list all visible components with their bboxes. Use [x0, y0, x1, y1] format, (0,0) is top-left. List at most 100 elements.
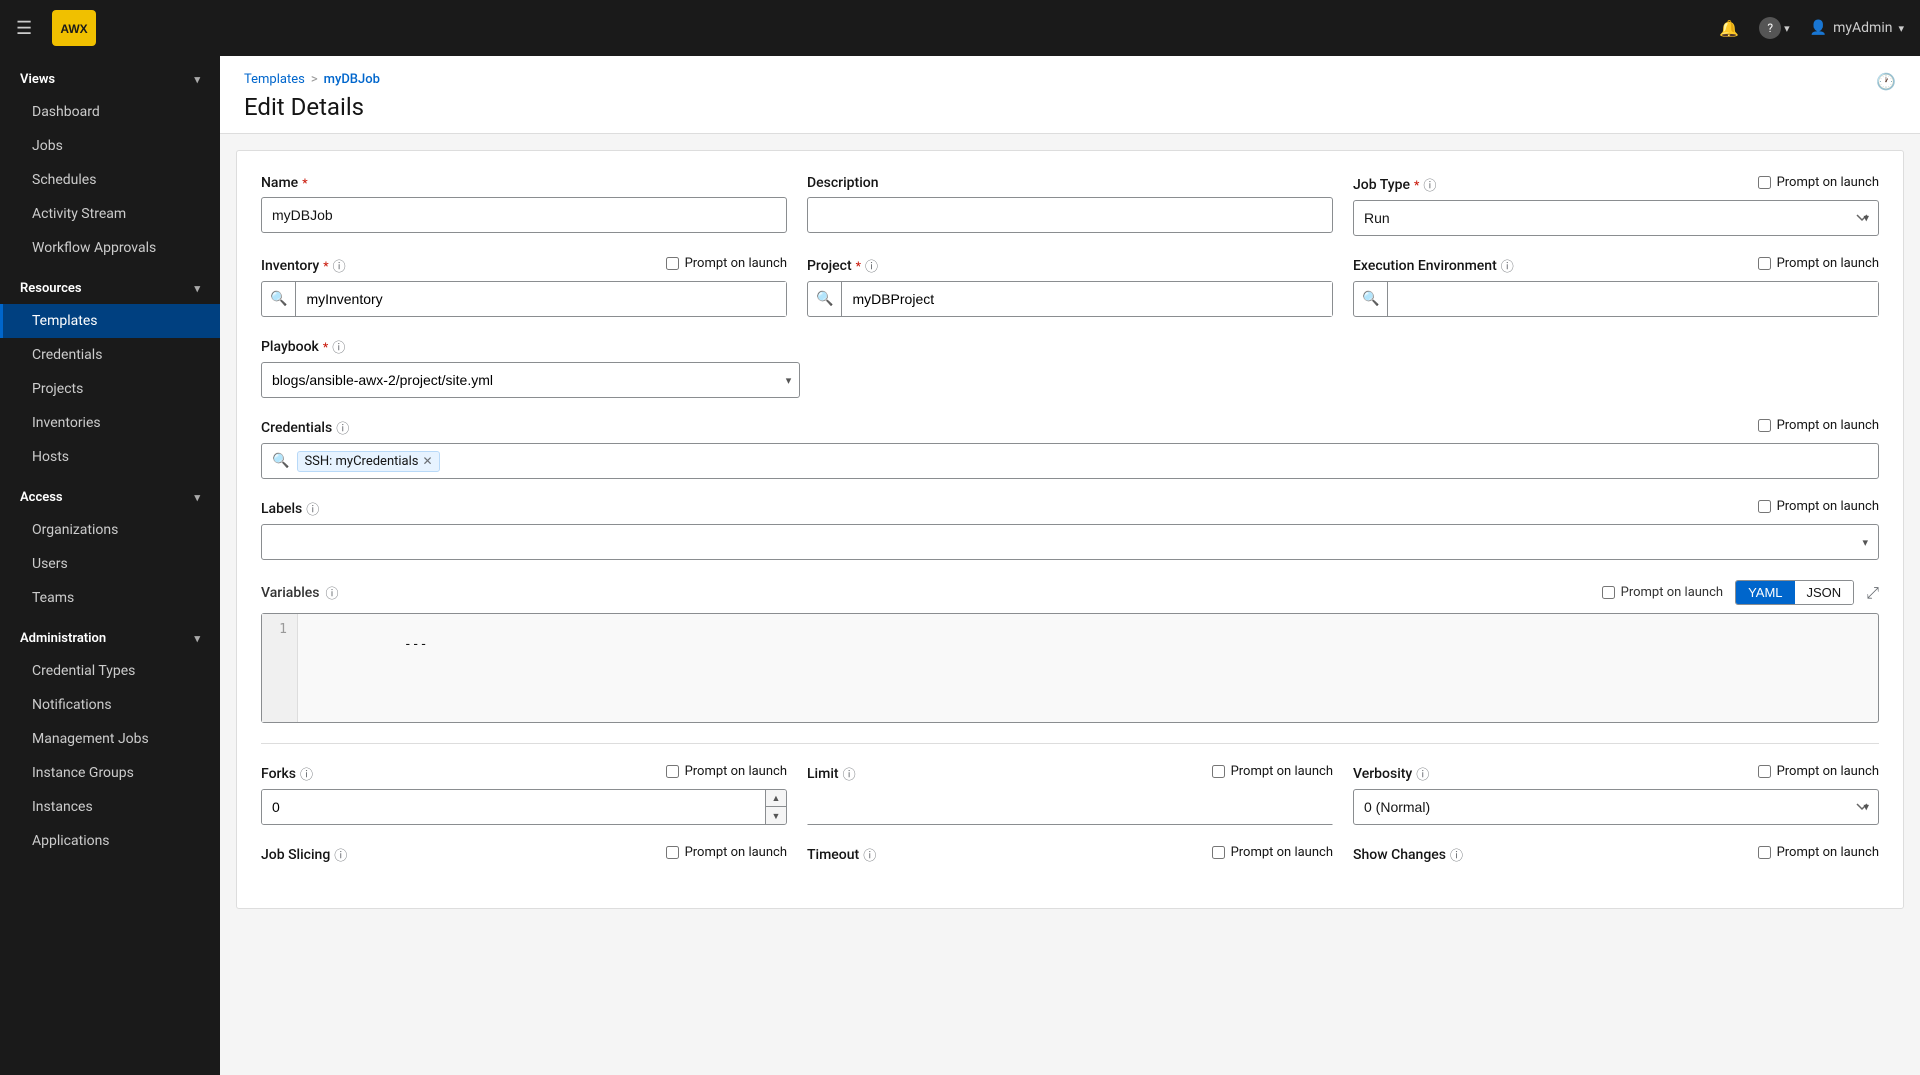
limit-input[interactable] — [807, 789, 1333, 825]
variables-header: Variables ⓘ Prompt on launch YAML JSON ⤢ — [261, 580, 1879, 605]
inventory-prompt-checkbox[interactable] — [666, 257, 679, 270]
job-slicing-info-icon[interactable]: ⓘ — [334, 845, 347, 864]
sidebar-item-applications[interactable]: Applications — [0, 824, 220, 858]
limit-info-icon[interactable]: ⓘ — [843, 764, 856, 783]
sidebar-item-credential-types[interactable]: Credential Types — [0, 654, 220, 688]
sidebar-item-management-jobs[interactable]: Management Jobs — [0, 722, 220, 756]
sidebar-item-jobs[interactable]: Jobs — [0, 129, 220, 163]
name-input[interactable] — [261, 197, 787, 233]
project-info-icon[interactable]: ⓘ — [865, 256, 878, 275]
show-changes-label: Show Changes ⓘ — [1353, 845, 1463, 864]
resources-section-header[interactable]: Resources ▾ — [0, 269, 220, 304]
labels-field-group: Labels ⓘ Prompt on launch ▾ — [261, 499, 1879, 560]
execution-env-prompt-checkbox[interactable] — [1758, 257, 1771, 270]
administration-section: Administration ▾ Credential Types Notifi… — [0, 619, 220, 858]
playbook-dropdown-arrow-icon: ▾ — [778, 374, 800, 387]
svg-text:AWX: AWX — [60, 22, 87, 36]
credentials-label: Credentials ⓘ — [261, 418, 349, 437]
credential-tag-remove-button[interactable]: ✕ — [422, 454, 432, 468]
timeout-prompt-checkbox[interactable] — [1212, 846, 1225, 859]
job-slicing-prompt-checkbox[interactable] — [666, 846, 679, 859]
sidebar-item-workflow-approvals[interactable]: Workflow Approvals — [0, 231, 220, 265]
inventory-input[interactable] — [296, 282, 786, 316]
expand-editor-icon[interactable]: ⤢ — [1866, 583, 1879, 603]
labels-info-icon[interactable]: ⓘ — [306, 499, 319, 518]
job-type-prompt-checkbox[interactable] — [1758, 176, 1771, 189]
limit-prompt-checkbox[interactable] — [1212, 765, 1225, 778]
sidebar-item-instances[interactable]: Instances — [0, 790, 220, 824]
inventory-required-star: * — [323, 259, 328, 273]
variables-prompt-checkbox[interactable] — [1602, 586, 1615, 599]
credentials-input-area[interactable]: 🔍 SSH: myCredentials ✕ — [261, 443, 1879, 479]
execution-env-input[interactable] — [1388, 282, 1878, 316]
history-icon[interactable]: 🕐 — [1876, 72, 1896, 91]
access-section-header[interactable]: Access ▾ — [0, 478, 220, 513]
forks-input[interactable] — [262, 790, 765, 824]
inventory-label: Inventory * ⓘ — [261, 256, 346, 275]
sidebar-item-organizations[interactable]: Organizations — [0, 513, 220, 547]
sidebar-item-projects[interactable]: Projects — [0, 372, 220, 406]
sidebar: Views ▾ Dashboard Jobs Schedules Activit… — [0, 56, 220, 1075]
sidebar-item-instance-groups[interactable]: Instance Groups — [0, 756, 220, 790]
content-header-actions: Templates > myDBJob Edit Details 🕐 — [244, 72, 1896, 121]
inventory-search-icon[interactable]: 🔍 — [262, 282, 296, 316]
description-label: Description — [807, 175, 1333, 191]
verbosity-select[interactable]: 0 (Normal) — [1353, 789, 1879, 825]
labels-input-area[interactable]: ▾ — [261, 524, 1879, 560]
forks-decrement-button[interactable]: ▼ — [766, 807, 786, 824]
credentials-search-icon[interactable]: 🔍 — [268, 453, 293, 469]
job-slicing-field-group: Job Slicing ⓘ Prompt on launch — [261, 845, 787, 864]
labels-prompt-checkbox[interactable] — [1758, 500, 1771, 513]
user-menu[interactable]: 👤 myAdmin ▾ — [1810, 20, 1904, 36]
hamburger-menu-button[interactable]: ☰ — [16, 18, 32, 39]
show-changes-prompt-checkbox[interactable] — [1758, 846, 1771, 859]
sidebar-item-templates[interactable]: Templates — [0, 304, 220, 338]
execution-env-info-icon[interactable]: ⓘ — [1501, 256, 1514, 275]
verbosity-prompt-checkbox[interactable] — [1758, 765, 1771, 778]
variables-code-editor[interactable]: 1 --- — [261, 613, 1879, 723]
job-type-select[interactable]: Run — [1353, 200, 1879, 236]
show-changes-prompt-label: Prompt on launch — [1758, 845, 1879, 860]
forks-info-icon[interactable]: ⓘ — [300, 764, 313, 783]
main-layout: Views ▾ Dashboard Jobs Schedules Activit… — [0, 56, 1920, 1075]
sidebar-item-teams[interactable]: Teams — [0, 581, 220, 615]
administration-section-header[interactable]: Administration ▾ — [0, 619, 220, 654]
sidebar-item-credentials[interactable]: Credentials — [0, 338, 220, 372]
verbosity-info-icon[interactable]: ⓘ — [1416, 764, 1429, 783]
forks-increment-button[interactable]: ▲ — [766, 790, 786, 807]
project-search-icon[interactable]: 🔍 — [808, 282, 842, 316]
variables-actions: Prompt on launch YAML JSON ⤢ — [1602, 580, 1879, 605]
execution-env-search-icon[interactable]: 🔍 — [1354, 282, 1388, 316]
timeout-info-icon[interactable]: ⓘ — [863, 845, 876, 864]
sidebar-item-dashboard[interactable]: Dashboard — [0, 95, 220, 129]
credentials-prompt-checkbox[interactable] — [1758, 419, 1771, 432]
sidebar-item-users[interactable]: Users — [0, 547, 220, 581]
variables-info-icon[interactable]: ⓘ — [325, 583, 338, 602]
description-input[interactable] — [807, 197, 1333, 233]
variables-label: Variables ⓘ — [261, 583, 339, 602]
sidebar-item-schedules[interactable]: Schedules — [0, 163, 220, 197]
playbook-select[interactable]: blogs/ansible-awx-2/project/site.yml — [262, 363, 778, 397]
navbar: ☰ AWX 🔔 ? ▾ 👤 myAdmin ▾ — [0, 0, 1920, 56]
views-section-header[interactable]: Views ▾ — [0, 60, 220, 95]
forks-prompt-checkbox[interactable] — [666, 765, 679, 778]
show-changes-info-icon[interactable]: ⓘ — [1450, 845, 1463, 864]
sidebar-item-activity-stream[interactable]: Activity Stream — [0, 197, 220, 231]
sidebar-item-inventories[interactable]: Inventories — [0, 406, 220, 440]
inventory-info-icon[interactable]: ⓘ — [333, 256, 346, 275]
job-type-info-icon[interactable]: ⓘ — [1423, 175, 1436, 194]
limit-label: Limit ⓘ — [807, 764, 856, 783]
job-type-prompt-label: Prompt on launch — [1758, 175, 1879, 190]
sidebar-item-notifications[interactable]: Notifications — [0, 688, 220, 722]
code-content[interactable]: --- — [298, 614, 1878, 722]
sidebar-item-hosts[interactable]: Hosts — [0, 440, 220, 474]
header-right: 🕐 — [1876, 72, 1896, 91]
project-input[interactable] — [842, 282, 1332, 316]
credentials-info-icon[interactable]: ⓘ — [336, 418, 349, 437]
playbook-info-icon[interactable]: ⓘ — [332, 337, 345, 356]
yaml-tab-button[interactable]: YAML — [1736, 581, 1794, 604]
breadcrumb-parent-link[interactable]: Templates — [244, 72, 305, 87]
help-menu[interactable]: ? ▾ — [1759, 17, 1790, 39]
json-tab-button[interactable]: JSON — [1795, 581, 1854, 604]
notifications-icon[interactable]: 🔔 — [1719, 19, 1739, 38]
